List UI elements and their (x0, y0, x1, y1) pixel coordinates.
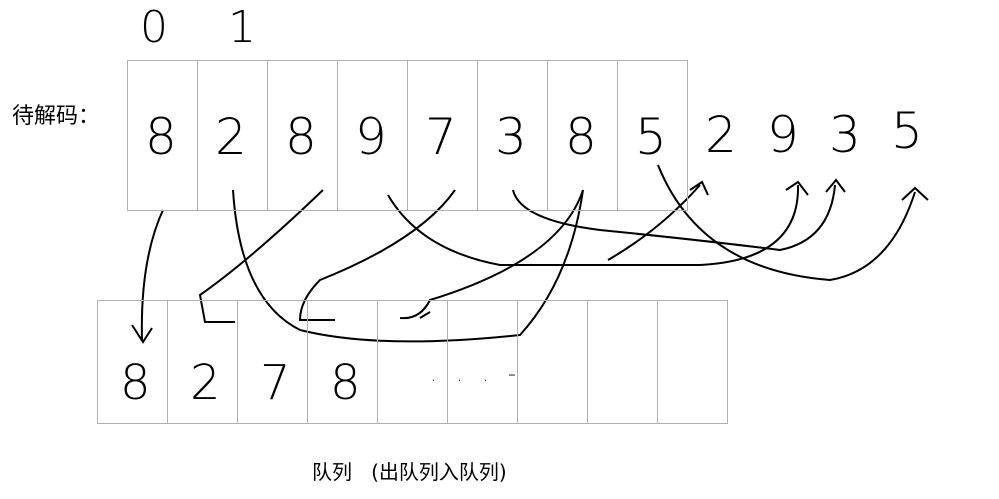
header-digit-1: 1 (228, 2, 256, 53)
appended-digit: 2 (705, 106, 737, 164)
queue-digit: 8 (330, 355, 361, 411)
queue-cell (587, 300, 658, 424)
queue-dots: . . . - (430, 362, 522, 387)
top-digit: 8 (145, 108, 177, 166)
to-decode-label: 待解码： (12, 104, 101, 129)
queue-cell (517, 300, 588, 424)
appended-digit: 3 (829, 106, 861, 164)
queue-digit: 8 (120, 355, 151, 411)
top-digit: 8 (285, 108, 317, 166)
queue-label: 队列 (出队列入队列) (312, 460, 507, 484)
appended-digit: 5 (891, 102, 923, 160)
queue-digit: 2 (190, 355, 221, 411)
header-digit-0: 0 (140, 2, 168, 53)
queue-cell (657, 300, 728, 424)
diagram: 0 1 待解码： 82897385 2935 8278 . . . - 队列 (… (0, 0, 999, 499)
top-digit: 5 (635, 108, 667, 166)
arrow-curve (657, 164, 929, 282)
top-digit: 2 (215, 108, 247, 166)
top-digit: 8 (565, 108, 597, 166)
top-digit: 9 (355, 108, 387, 166)
appended-digit: 9 (767, 106, 799, 164)
top-digit: 3 (495, 108, 527, 166)
queue-digit: 7 (260, 355, 291, 411)
top-digit: 7 (425, 108, 457, 166)
